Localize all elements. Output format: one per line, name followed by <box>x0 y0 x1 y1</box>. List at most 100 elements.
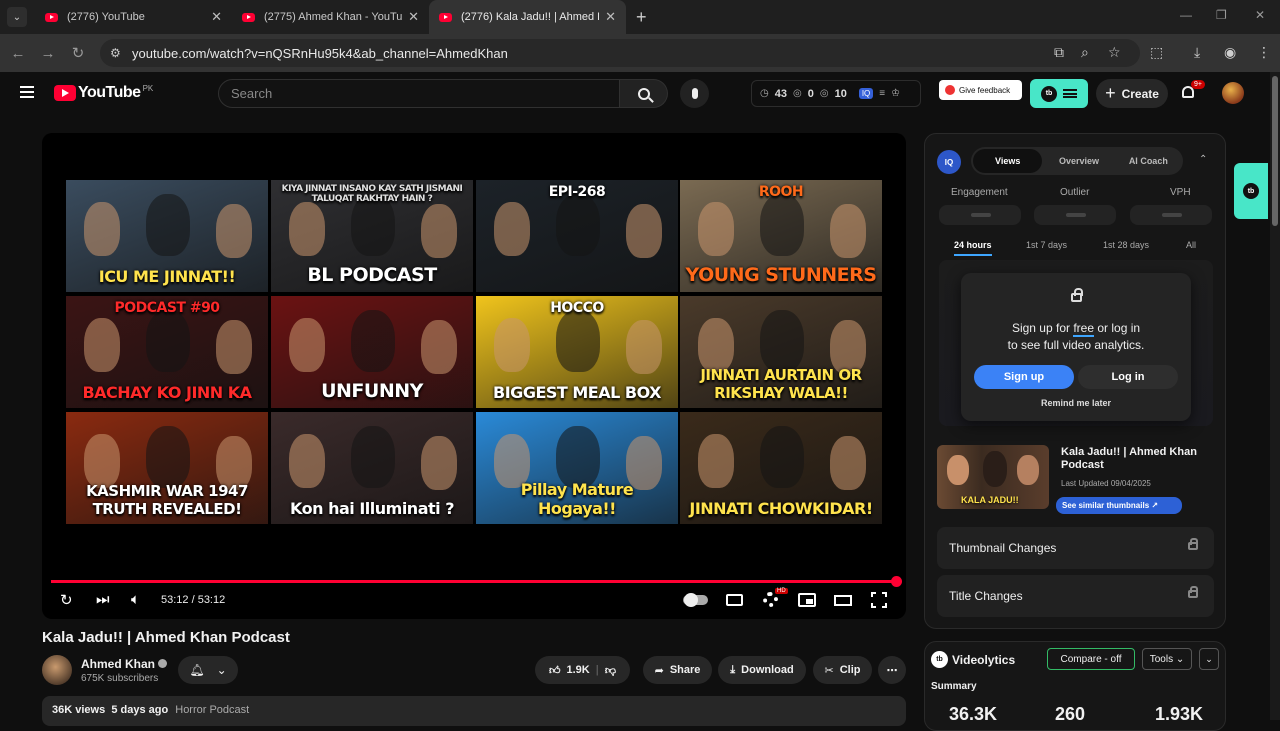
close-tab-icon[interactable]: ✕ <box>605 9 616 25</box>
next-video-icon[interactable]: ⏭ <box>96 591 110 608</box>
thumbs-down-icon[interactable]: 👎︎ <box>605 664 616 677</box>
close-window-icon[interactable]: ✕ <box>1255 8 1265 22</box>
bookmark-star-icon[interactable]: ☆ <box>1108 44 1121 61</box>
settings-gear-icon[interactable] <box>763 592 778 607</box>
progress-bar[interactable] <box>51 576 902 587</box>
thumbnail-figure <box>421 320 457 374</box>
list-icon[interactable]: ≡ <box>879 88 885 99</box>
extension-stats-bar[interactable]: ◷ 43 ◎ 0 ◎ 10 IQ ≡ ♔ <box>751 80 921 107</box>
panel-video-thumbnail[interactable]: KALA JADU!! <box>937 445 1049 509</box>
subscription-bell-button[interactable]: 🔔︎ ⌄ <box>178 656 238 684</box>
thumbnail-top-text: EPI-268 <box>548 184 606 200</box>
downloads-icon[interactable]: ⤓ <box>1194 44 1200 61</box>
replay-icon[interactable]: ↻ <box>60 591 73 609</box>
browser-tab-1[interactable]: (2776) YouTube ✕ <box>35 0 232 34</box>
download-button[interactable]: ⤓ Download <box>718 656 806 684</box>
stat-a: 43 <box>774 87 787 100</box>
compare-toggle-button[interactable]: Compare - off <box>1047 648 1135 670</box>
tab-overview[interactable]: Overview <box>1044 156 1113 166</box>
miniplayer-icon[interactable] <box>798 593 816 607</box>
account-avatar[interactable] <box>1222 82 1244 104</box>
thumbnail-changes-row[interactable]: Thumbnail Changes <box>937 527 1214 569</box>
autoplay-toggle[interactable] <box>683 593 708 607</box>
expand-chevron-down-icon[interactable]: ⌄ <box>1199 648 1219 670</box>
tab-ai-coach[interactable]: AI Coach <box>1114 156 1183 166</box>
youtube-logo[interactable]: YouTube PK <box>54 84 153 102</box>
thumbnail-caption: JINNATI CHOWKIDAR! <box>689 499 873 518</box>
scrollbar-thumb[interactable] <box>1272 76 1278 226</box>
bell-icon: 🔔︎ <box>189 663 205 677</box>
hamburger-menu-icon[interactable] <box>20 86 34 98</box>
profile-icon[interactable]: ◉ <box>1224 44 1236 61</box>
restore-icon[interactable]: ❐ <box>1216 8 1227 22</box>
panel-video-title: Kala Jadu!! | Ahmed Khan Podcast <box>1061 446 1197 471</box>
clip-button[interactable]: ✂ Clip <box>813 656 872 684</box>
page-scrollbar[interactable] <box>1270 72 1280 720</box>
search-input[interactable]: Search <box>218 79 620 108</box>
title-changes-row[interactable]: Title Changes <box>937 575 1214 617</box>
remind-me-later-link[interactable]: Remind me later <box>961 398 1191 408</box>
thumbnail-caption: BIGGEST MEAL BOX <box>493 383 661 402</box>
browser-tab-2[interactable]: (2775) Ahmed Khan - YouTube ✕ <box>232 0 429 34</box>
range-all[interactable]: All <box>1186 240 1196 250</box>
search-button[interactable] <box>620 79 668 108</box>
videolytics-logo-icon: tb <box>931 651 948 668</box>
close-tab-icon[interactable]: ✕ <box>408 9 419 25</box>
thumbnail-top-text: KIYA JINNAT INSANO KAY SATH JISMANI TALU… <box>281 184 463 204</box>
see-similar-thumbnails-button[interactable]: See similar thumbnails ↗ <box>1056 497 1182 514</box>
extensions-puzzle-icon[interactable]: ⬚ <box>1150 44 1163 61</box>
minimize-icon[interactable]: — <box>1180 8 1192 22</box>
install-app-icon[interactable]: ⧉ <box>1054 44 1064 61</box>
iq-icon[interactable]: IQ <box>858 88 874 99</box>
collapse-chevron-up-icon[interactable]: ⌃ <box>1199 154 1207 165</box>
thumbnail-figure <box>698 434 734 488</box>
channel-name-text: Ahmed Khan <box>81 657 156 671</box>
new-tab-plus-icon[interactable]: + <box>636 7 647 28</box>
range-first-28-days[interactable]: 1st 28 days <box>1103 240 1149 250</box>
browser-tab-3-active[interactable]: (2776) Kala Jadu!! | Ahmed Khan ✕ <box>429 0 626 34</box>
more-actions-button[interactable]: ⋯ <box>878 656 906 684</box>
tab-search-button[interactable]: ⌄ <box>7 7 27 27</box>
sign-up-button[interactable]: Sign up <box>974 365 1074 389</box>
range-first-7-days[interactable]: 1st 7 days <box>1026 240 1067 250</box>
youtube-favicon-icon <box>242 12 255 22</box>
give-feedback-button[interactable]: Give feedback <box>939 80 1022 100</box>
metric-outlier-label: Outlier <box>1060 187 1090 198</box>
create-button[interactable]: + Create <box>1096 79 1168 108</box>
description-box[interactable]: 36K views 5 days ago Horror Podcast <box>42 696 906 726</box>
trophy-icon[interactable]: ♔ <box>891 88 900 99</box>
notifications-button[interactable]: 9+ <box>1182 80 1205 100</box>
channel-name[interactable]: Ahmed Khan <box>81 657 168 671</box>
back-arrow-icon[interactable]: ← <box>3 45 33 62</box>
fullscreen-icon[interactable] <box>871 592 887 608</box>
reload-icon[interactable]: ↻ <box>63 44 93 62</box>
video-player[interactable]: ICU ME JINNAT!! KIYA JINNAT INSANO KAY SA… <box>42 133 906 619</box>
close-tab-icon[interactable]: ✕ <box>211 9 222 25</box>
theater-mode-icon[interactable] <box>834 595 852 606</box>
tab-views[interactable]: Views <box>973 149 1043 173</box>
thumbnail-caption: JINNATI AURTAIN OR RIKSHAY WALA!! <box>700 366 862 402</box>
like-dislike-button[interactable]: 👍︎ 1.9K | 👎︎ <box>535 656 630 684</box>
site-info-icon[interactable]: ⚙ <box>110 46 124 60</box>
tubebuddy-button[interactable]: tb <box>1030 79 1088 108</box>
logo-text: YouTube <box>78 84 141 101</box>
thumbs-up-icon[interactable]: 👍︎ <box>549 664 561 677</box>
progress-scrubber[interactable] <box>891 576 902 587</box>
volume-icon[interactable]: 🔈︎ <box>131 591 140 608</box>
tubebuddy-side-tab[interactable]: tb <box>1234 163 1268 219</box>
url-field[interactable]: ⚙ youtube.com/watch?v=nQSRnHu95k4&ab_cha… <box>100 39 1140 67</box>
log-in-button[interactable]: Log in <box>1078 365 1178 389</box>
zoom-icon[interactable]: ⌕ <box>1081 44 1089 61</box>
thumbnail-figure <box>760 194 804 256</box>
browser-menu-icon[interactable]: ⋮ <box>1257 44 1271 61</box>
tools-dropdown[interactable]: Tools ⌄ <box>1142 648 1192 670</box>
thumbnail-top-text: PODCAST #90 <box>114 300 220 316</box>
feedback-label: Give feedback <box>959 85 1011 95</box>
range-24-hours[interactable]: 24 hours <box>954 240 992 256</box>
forward-arrow-icon[interactable]: → <box>33 45 63 62</box>
subtitles-icon[interactable] <box>726 594 743 606</box>
channel-avatar[interactable] <box>42 655 72 685</box>
collage-thumbnail: KASHMIR WAR 1947 TRUTH REVEALED! <box>66 412 268 524</box>
share-button[interactable]: ➦ Share <box>643 656 712 684</box>
voice-search-button[interactable] <box>680 79 709 108</box>
